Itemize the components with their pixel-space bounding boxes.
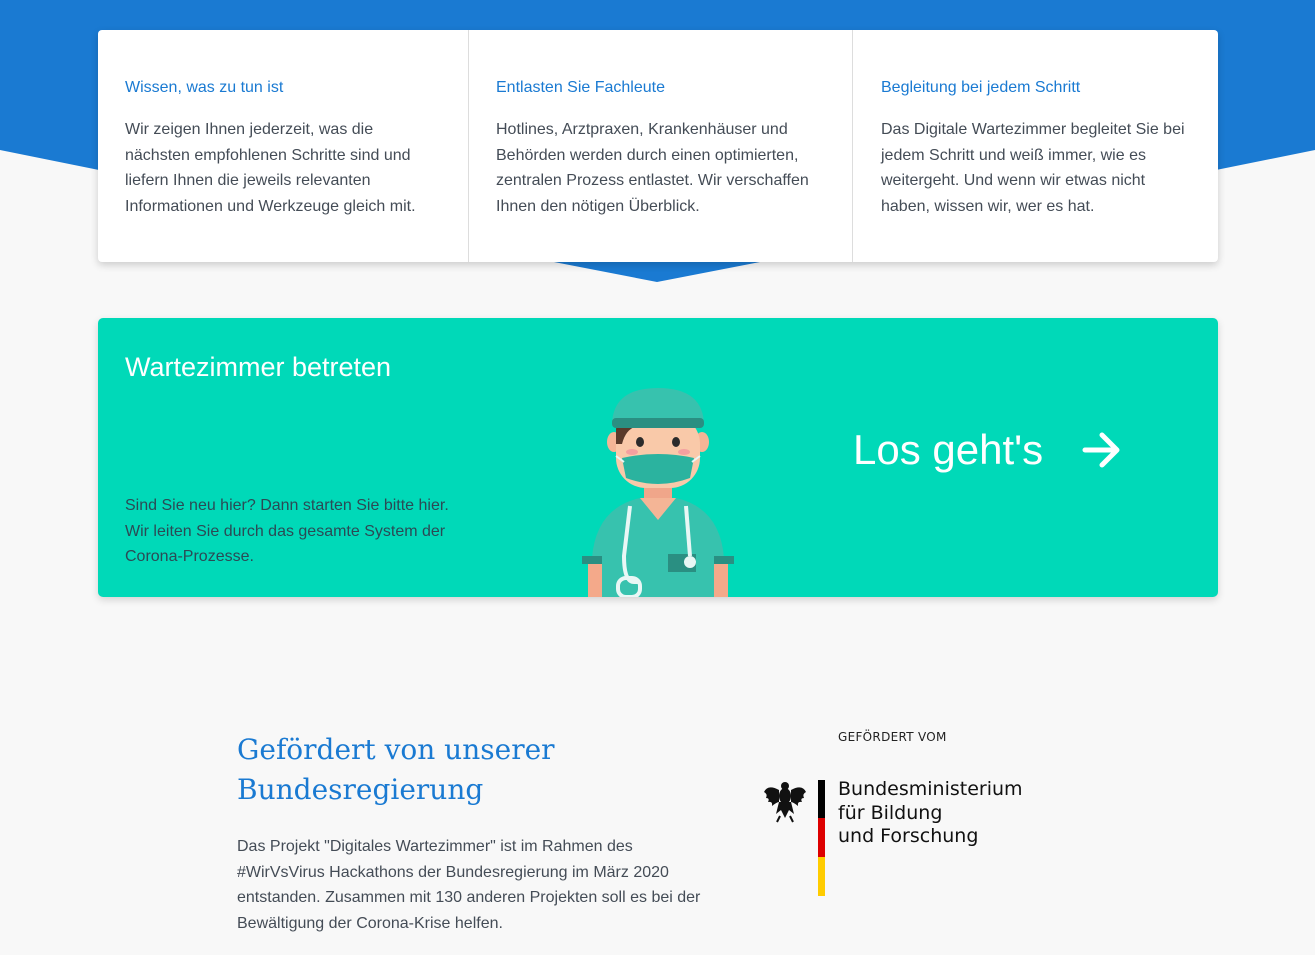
start-button[interactable]: Los geht's (853, 426, 1123, 474)
promo-title: Gefördert von unserer Bundesregierung (237, 733, 555, 806)
sponsor-caption: GEFÖRDERT VOM (838, 730, 947, 744)
ministry-line: für Bildung (838, 801, 943, 824)
features-card: Wissen, was zu tun ist Wir zeigen Ihnen … (98, 30, 1218, 262)
ministry-line: und Forschung (838, 825, 979, 847)
start-button-label: Los geht's (853, 426, 1044, 473)
feature-title: Entlasten Sie Fachleute (496, 79, 665, 96)
feature-text: Wir zeigen Ihnen jederzeit, was die näch… (125, 121, 416, 215)
feature-title: Begleitung bei jedem Schritt (881, 79, 1081, 96)
feature-relief: Entlasten Sie Fachleute Hotlines, Arztpr… (469, 30, 853, 262)
ministry-line: Bundesministerium (838, 778, 1023, 800)
german-flag-bar (818, 780, 825, 896)
promo-text: Das Projekt "Digitales Wartezimmer" ist … (237, 838, 701, 932)
feature-knowledge: Wissen, was zu tun ist Wir zeigen Ihnen … (98, 30, 469, 262)
feature-text: Das Digitale Wartezimmer begleitet Sie b… (881, 121, 1185, 215)
feature-text: Hotlines, Arztpraxen, Krankenhäuser und … (496, 121, 809, 215)
cta-title: Wartezimmer betreten (125, 352, 392, 382)
ministry-name: Bundesministerium für Bildung und Forsch… (838, 778, 1023, 849)
feature-title: Wissen, was zu tun ist (125, 79, 284, 96)
cta-text: Sind Sie neu hier? Dann starten Sie bitt… (125, 497, 449, 566)
arrow-right-icon (1082, 432, 1120, 468)
doctor-illustration (582, 388, 734, 597)
feature-guidance: Begleitung bei jedem Schritt Das Digital… (853, 30, 1218, 262)
federal-eagle-icon (764, 782, 806, 823)
waiting-room-card[interactable]: Wartezimmer betreten Sind Sie neu hier? … (98, 318, 1218, 597)
